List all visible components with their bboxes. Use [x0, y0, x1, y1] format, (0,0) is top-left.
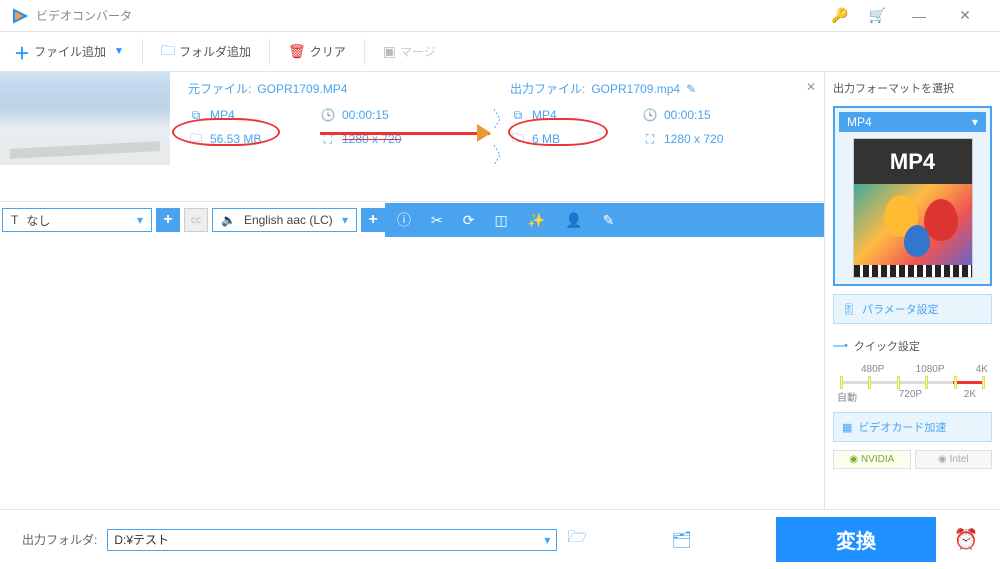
nvidia-icon: ◉: [849, 454, 858, 465]
chevron-down-icon: ▾: [544, 533, 550, 547]
intel-icon: ◉: [938, 454, 947, 465]
clear-button[interactable]: 🗑 クリア: [278, 36, 356, 68]
edit-filename-icon[interactable]: ✎: [686, 82, 696, 96]
output-resolution: 1280 x 720: [664, 132, 774, 146]
add-folder-button[interactable]: 🗀 フォルダ追加: [151, 36, 261, 68]
cc-button[interactable]: cc: [184, 208, 208, 232]
clock-icon: 🕓: [320, 107, 336, 123]
sliders-icon: 🎚: [842, 303, 856, 316]
gpu-accel-button[interactable]: ▦ ビデオカード加速: [833, 412, 992, 442]
annotation-arrow: [320, 132, 490, 135]
speaker-icon: 🔈: [221, 213, 236, 227]
add-subtitle-button[interactable]: +: [156, 208, 180, 232]
info-button[interactable]: ⓘ: [397, 210, 411, 230]
folder-settings-button[interactable]: 🗂: [671, 530, 691, 550]
source-file-name: GOPR1709.MP4: [257, 82, 347, 96]
chevron-down-icon: ▾: [137, 213, 143, 227]
output-duration: 00:00:15: [664, 108, 774, 122]
rotate-button[interactable]: ⟳: [463, 212, 475, 229]
app-title: ビデオコンバータ: [36, 7, 132, 24]
right-panel: 出力フォーマットを選択 MP4▾ MP4 🎚 パラメータ設定 —•クイック設定 …: [825, 72, 1000, 509]
output-file-name: GOPR1709.mp4: [591, 82, 680, 96]
toolbar: ＋ ファイル追加 ▼ 🗀 フォルダ追加 🗑 クリア ▣ マージ: [0, 32, 1000, 72]
scheduler-button[interactable]: ⏰: [946, 517, 986, 562]
merge-icon: ▣: [383, 43, 396, 60]
format-preview-image: MP4: [853, 138, 973, 278]
intel-badge: ◉Intel: [915, 450, 993, 469]
format-selector[interactable]: MP4▾ MP4: [833, 106, 992, 286]
convert-button[interactable]: 変換: [776, 517, 936, 562]
close-button[interactable]: ✕: [942, 1, 988, 31]
chevron-down-icon: ▼: [114, 46, 124, 57]
clock-icon: 🕓: [642, 107, 658, 123]
text-icon: T: [11, 213, 18, 227]
trim-button[interactable]: ✂: [431, 212, 443, 229]
video-item: 元ファイル: GOPR1709.MP4 ⧉MP4 🕓00:00:15 🗀56.5…: [0, 72, 824, 202]
resolution-slider[interactable]: 480P 1080P 4K 自動 720P 2K: [833, 364, 992, 404]
resolution-icon: ⛶: [642, 131, 658, 147]
plus-icon: ＋: [14, 40, 30, 64]
chevron-down-icon: ▾: [972, 115, 978, 129]
output-file-label: 出力ファイル:: [510, 80, 585, 97]
nvidia-badge: ◉NVIDIA: [833, 450, 911, 469]
remove-item-button[interactable]: ✕: [806, 80, 816, 94]
merge-button: ▣ マージ: [373, 36, 446, 68]
add-audio-button[interactable]: +: [361, 208, 385, 232]
folder-plus-icon: 🗀: [161, 40, 175, 64]
effects-button[interactable]: ✨: [528, 212, 545, 229]
chevron-down-icon: ▾: [342, 213, 348, 227]
trash-icon: 🗑: [288, 43, 306, 60]
item-toolbar: T なし ▾ + cc 🔈 English aac (LC) ▾ + ⓘ ✂ ⟳…: [0, 202, 824, 238]
key-icon[interactable]: 🔑: [831, 7, 848, 24]
annotation-circle: [172, 118, 280, 146]
add-file-button[interactable]: ＋ ファイル追加 ▼: [4, 36, 134, 68]
output-folder-label: 出力フォルダ:: [22, 531, 97, 548]
footer: 出力フォルダ: D:¥テスト ▾ 🗁 🗂 変換 ⏰: [0, 509, 1000, 569]
cart-icon[interactable]: 🛒: [869, 7, 886, 24]
quick-settings-title: —•クイック設定: [833, 338, 992, 354]
minimize-button[interactable]: —: [896, 1, 942, 31]
video-thumbnail[interactable]: [0, 72, 170, 165]
titlebar: ビデオコンバータ 🔑 🛒 — ✕: [0, 0, 1000, 32]
app-logo-icon: [12, 8, 28, 24]
watermark-button[interactable]: 👤: [565, 212, 582, 229]
parameter-settings-button[interactable]: 🎚 パラメータ設定: [833, 294, 992, 324]
subtitle-edit-button[interactable]: ✎: [603, 212, 615, 229]
subtitle-select[interactable]: T なし ▾: [2, 208, 152, 232]
source-file-label: 元ファイル:: [188, 80, 251, 97]
crop-button[interactable]: ◫: [494, 212, 507, 229]
output-folder-select[interactable]: D:¥テスト ▾: [107, 529, 557, 551]
audio-track-select[interactable]: 🔈 English aac (LC) ▾: [212, 208, 357, 232]
annotation-circle: [508, 118, 608, 146]
source-duration: 00:00:15: [342, 108, 452, 122]
format-panel-title: 出力フォーマットを選択: [833, 80, 992, 96]
open-folder-button[interactable]: 🗁: [567, 526, 587, 553]
conversion-divider: [492, 80, 502, 193]
chip-icon: ▦: [842, 421, 852, 434]
